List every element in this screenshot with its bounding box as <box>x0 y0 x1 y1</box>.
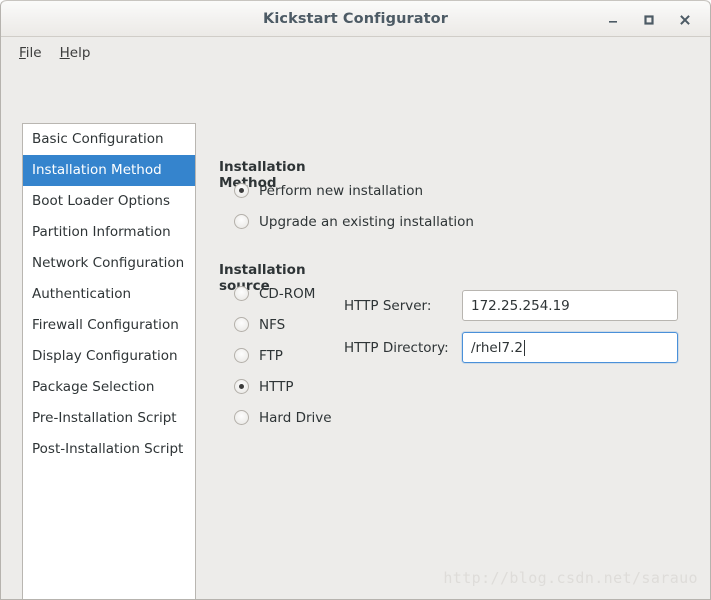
menu-help-label: elp <box>69 44 91 61</box>
radio-hard-drive[interactable]: Hard Drive <box>234 402 332 433</box>
sidebar-item-pre-installation-script[interactable]: Pre-Installation Script <box>23 403 195 434</box>
minimize-icon <box>609 20 617 23</box>
watermark-text: http://blog.csdn.net/sarauo <box>443 569 698 587</box>
http-directory-input[interactable]: /rhel7.2 <box>462 332 678 363</box>
http-directory-value: /rhel7.2 <box>471 339 523 356</box>
sidebar-item-partition-information[interactable]: Partition Information <box>23 217 195 248</box>
http-server-value: 172.25.254.19 <box>471 297 570 314</box>
installation-method-radios: Perform new installation Upgrade an exis… <box>219 175 474 237</box>
radio-label: Perform new installation <box>259 182 424 199</box>
menu-help-mnemonic: H <box>59 44 70 61</box>
http-server-input[interactable]: 172.25.254.19 <box>462 290 678 321</box>
menu-bar: File Help <box>1 37 710 68</box>
radio-button-icon[interactable] <box>234 410 249 425</box>
menu-file-mnemonic: F <box>19 44 26 61</box>
sidebar-item-network-configuration[interactable]: Network Configuration <box>23 248 195 279</box>
minimize-button[interactable] <box>596 5 630 35</box>
settings-panel: Installation Method Perform new installa… <box>219 123 700 599</box>
radio-label: FTP <box>259 347 283 364</box>
http-directory-label: HTTP Directory: <box>344 339 449 356</box>
http-server-row: HTTP Server: 172.25.254.19 <box>344 290 678 321</box>
radio-button-icon[interactable] <box>234 183 249 198</box>
title-bar[interactable]: Kickstart Configurator <box>1 0 710 37</box>
radio-nfs[interactable]: NFS <box>234 309 332 340</box>
radio-http[interactable]: HTTP <box>234 371 332 402</box>
close-icon <box>680 14 690 25</box>
sidebar-item-installation-method[interactable]: Installation Method <box>23 155 195 186</box>
radio-label: CD-ROM <box>259 285 316 302</box>
radio-label: Upgrade an existing installation <box>259 213 474 230</box>
maximize-icon <box>644 14 654 25</box>
radio-perform-new-installation[interactable]: Perform new installation <box>234 175 474 206</box>
radio-button-icon[interactable] <box>234 379 249 394</box>
text-caret <box>523 339 525 356</box>
radio-cdrom[interactable]: CD-ROM <box>234 278 332 309</box>
radio-button-icon[interactable] <box>234 214 249 229</box>
navigation-list[interactable]: Basic Configuration Installation Method … <box>22 123 196 599</box>
window-content: Basic Configuration Installation Method … <box>1 68 710 599</box>
radio-button-icon[interactable] <box>234 317 249 332</box>
installation-source-radios: CD-ROM NFS FTP HTTP Hard Drive <box>219 278 332 433</box>
http-directory-row: HTTP Directory: /rhel7.2 <box>344 332 678 363</box>
radio-label: HTTP <box>259 378 294 395</box>
menu-help[interactable]: Help <box>51 42 100 64</box>
application-window: Kickstart Configurator File Help Basic C… <box>0 0 711 600</box>
radio-button-icon[interactable] <box>234 286 249 301</box>
radio-label: NFS <box>259 316 286 333</box>
sidebar-item-boot-loader-options[interactable]: Boot Loader Options <box>23 186 195 217</box>
radio-button-icon[interactable] <box>234 348 249 363</box>
sidebar-item-authentication[interactable]: Authentication <box>23 279 195 310</box>
http-server-label: HTTP Server: <box>344 297 432 314</box>
sidebar-item-firewall-configuration[interactable]: Firewall Configuration <box>23 310 195 341</box>
window-controls <box>596 1 702 38</box>
close-button[interactable] <box>668 5 702 35</box>
radio-ftp[interactable]: FTP <box>234 340 332 371</box>
maximize-button[interactable] <box>632 5 666 35</box>
sidebar-item-basic-configuration[interactable]: Basic Configuration <box>23 124 195 155</box>
sidebar-item-display-configuration[interactable]: Display Configuration <box>23 341 195 372</box>
sidebar-item-package-selection[interactable]: Package Selection <box>23 372 195 403</box>
menu-file-label: ile <box>25 44 42 61</box>
sidebar-item-post-installation-script[interactable]: Post-Installation Script <box>23 434 195 465</box>
menu-file[interactable]: File <box>10 42 51 64</box>
radio-upgrade-existing-installation[interactable]: Upgrade an existing installation <box>234 206 474 237</box>
radio-label: Hard Drive <box>259 409 332 426</box>
http-fields: HTTP Server: 172.25.254.19 HTTP Director… <box>344 290 678 374</box>
